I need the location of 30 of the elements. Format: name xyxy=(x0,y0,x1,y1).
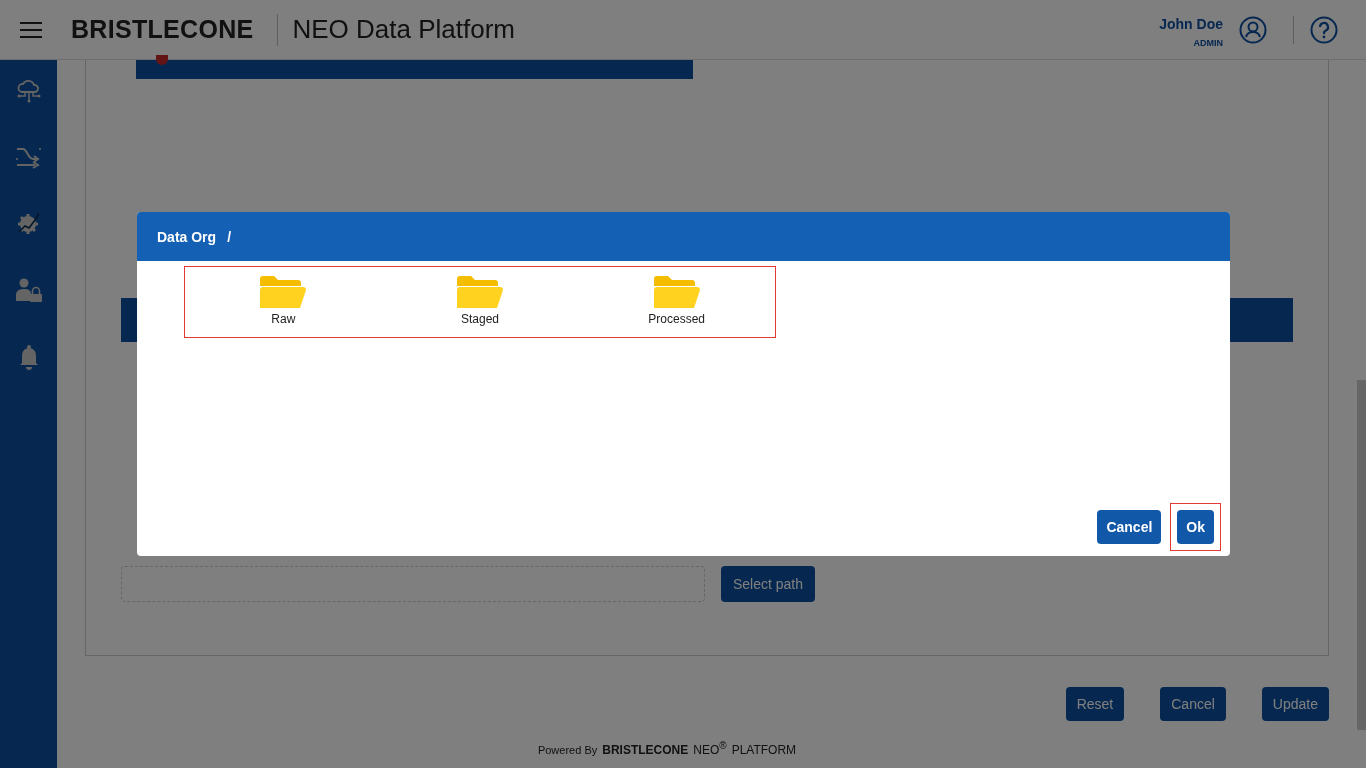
folder-name[interactable]: Processed xyxy=(648,312,706,326)
breadcrumb-item[interactable]: / xyxy=(227,228,231,245)
brand-logo: BRISTLECONE xyxy=(71,15,254,44)
folder-name[interactable]: Raw xyxy=(271,312,296,326)
shuffle-arrows-icon[interactable] xyxy=(15,145,42,169)
menu-icon[interactable] xyxy=(19,20,43,39)
breadcrumb-item[interactable]: Data Org xyxy=(157,228,217,245)
footer-brand: BRISTLECONE xyxy=(602,743,689,757)
help-icon[interactable] xyxy=(1310,15,1338,44)
user-icon[interactable] xyxy=(1239,15,1267,44)
action-button[interactable]: Update xyxy=(1261,687,1329,721)
footer-text: PLATFORM xyxy=(731,743,797,757)
user-lock-icon[interactable] xyxy=(14,277,43,303)
folder-icon[interactable] xyxy=(457,276,503,310)
scrollbar[interactable] xyxy=(1357,380,1366,730)
dialog-button[interactable]: Ok xyxy=(1177,510,1214,544)
select-path-button[interactable]: Select path xyxy=(721,566,815,602)
dialog-button[interactable]: Cancel xyxy=(1097,510,1162,544)
footer-text: Powered By xyxy=(537,744,598,756)
app-title: NEO Data Platform xyxy=(292,14,515,45)
action-button[interactable]: Cancel xyxy=(1160,687,1226,721)
folder-icon[interactable] xyxy=(653,276,700,310)
path-field[interactable] xyxy=(121,566,705,602)
cloud-network-icon[interactable] xyxy=(15,78,42,104)
folder-icon[interactable] xyxy=(260,276,307,310)
action-button[interactable]: Reset xyxy=(1065,687,1125,721)
folder-name[interactable]: Staged xyxy=(461,312,500,326)
user-name: John Doe xyxy=(1159,15,1223,32)
footer-product: NEO$^{®}$ xyxy=(693,740,727,757)
user-role: ADMIN xyxy=(1193,37,1223,48)
